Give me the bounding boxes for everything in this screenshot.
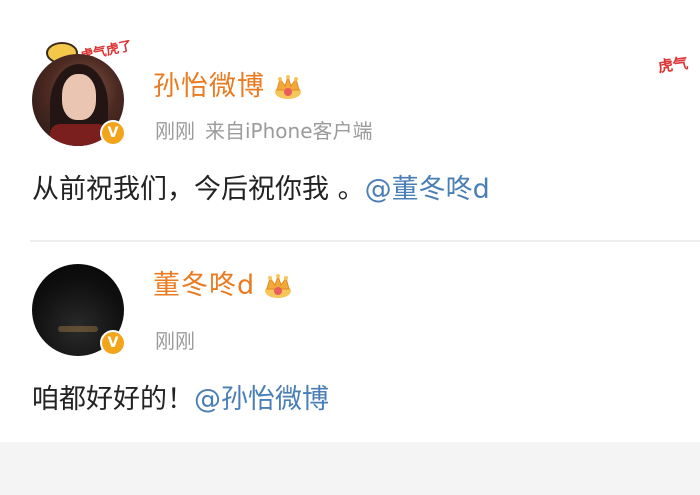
username-link[interactable]: 孙怡微博 <box>153 70 265 104</box>
verified-v-icon: V <box>100 330 126 356</box>
username-link[interactable]: 董冬咚d <box>153 269 255 303</box>
weibo-feed: 虎气 虎气虎了 V 孙怡微博 刚刚 来自iPhone客户端 从前祝我们，今后祝你… <box>0 0 700 495</box>
mention-link[interactable]: @孙怡微博 <box>194 384 329 415</box>
post-body: 从前祝我们，今后祝你我 。 <box>32 174 365 205</box>
verified-v-icon: V <box>100 120 126 146</box>
post-time: 刚刚 <box>155 329 195 353</box>
crown-icon <box>265 274 292 298</box>
avatar-container[interactable]: V <box>32 264 126 356</box>
name-row: 孙怡微博 <box>153 70 303 104</box>
feed-bottom-spacer <box>0 442 700 495</box>
post-source: 来自iPhone客户端 <box>205 119 373 143</box>
post-text: 咱都好好的！@孙怡微博 <box>32 382 329 418</box>
post-body: 咱都好好的！ <box>32 384 194 415</box>
post-time: 刚刚 <box>155 119 195 143</box>
post-text: 从前祝我们，今后祝你我 。@董冬咚d <box>32 172 490 208</box>
mention-link[interactable]: @董冬咚d <box>365 174 490 205</box>
post-card[interactable]: 虎气虎了 V 孙怡微博 刚刚 来自iPhone客户端 从前祝我们，今后祝你我 。… <box>0 0 700 240</box>
crown-icon <box>275 75 301 99</box>
post-meta: 刚刚 <box>155 328 195 354</box>
post-card[interactable]: V 董冬咚d 刚刚 咱都好好的！@孙怡微博 <box>0 242 700 442</box>
avatar-container[interactable]: 虎气虎了 V <box>32 39 133 146</box>
post-meta: 刚刚 来自iPhone客户端 <box>155 118 373 144</box>
name-row: 董冬咚d <box>153 269 293 303</box>
